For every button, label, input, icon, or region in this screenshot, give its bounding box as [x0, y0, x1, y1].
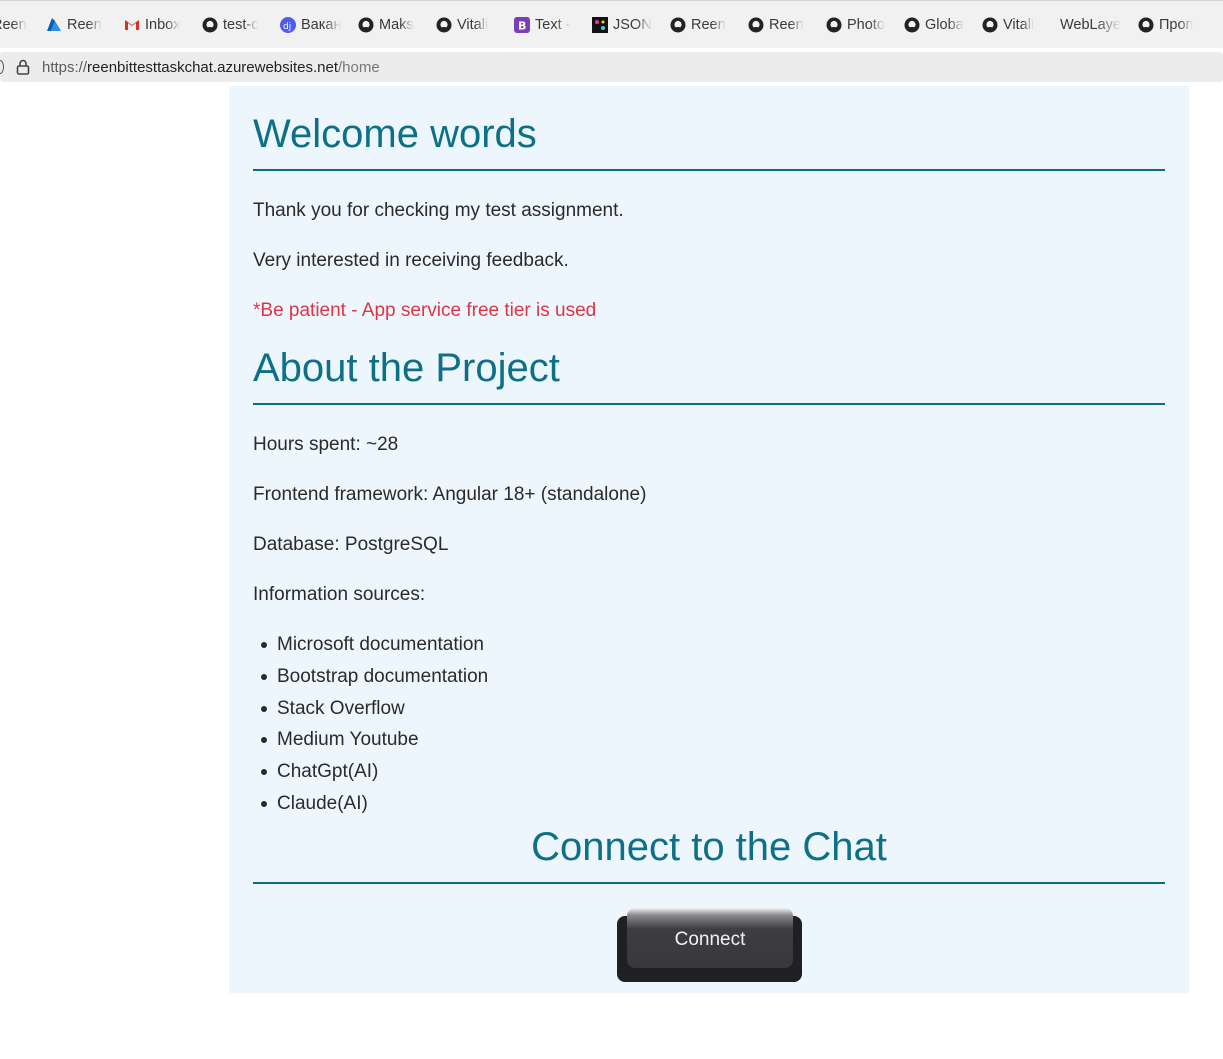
bookmark-item[interactable]: Reen [46, 11, 116, 39]
url-path: /home [338, 59, 380, 76]
bookmark-item[interactable]: dj Вакан [280, 11, 352, 39]
github-icon [904, 17, 920, 33]
svg-text:dj: dj [283, 22, 291, 32]
list-item: ChatGpt(AI) [253, 760, 488, 792]
github-icon [748, 17, 764, 33]
hours-text: Hours spent: ~28 [253, 434, 399, 455]
github-icon [982, 17, 998, 33]
site-info-icon[interactable] [0, 60, 4, 74]
bookmarks-bar: Reen Reen Inbox test-c dj Вакан Maks Vit… [0, 0, 1223, 48]
bookmark-label: Reen [67, 16, 102, 33]
framework-text: Frontend framework: Angular 18+ (standal… [253, 484, 647, 505]
bookmark-item[interactable]: Vitali [982, 11, 1052, 39]
bookmark-label: JSON [613, 16, 652, 33]
about-divider [253, 403, 1165, 405]
chat-divider [253, 882, 1165, 884]
bookmark-label: Inbox [145, 16, 181, 33]
bookmark-item[interactable]: Проп [1138, 11, 1208, 39]
bookmark-label: Reen [0, 16, 27, 33]
welcome-text-1: Thank you for checking my test assignmen… [253, 200, 624, 221]
bookmark-item[interactable]: Maks [358, 11, 428, 39]
welcome-heading: Welcome words [253, 112, 537, 156]
connect-button-label: Connect [627, 908, 793, 968]
bookmark-item[interactable]: Photo [826, 11, 896, 39]
bookmark-item[interactable]: WebLaye [1060, 11, 1124, 39]
database-text: Database: PostgreSQL [253, 534, 449, 555]
bookmark-item[interactable]: B Text - [514, 11, 584, 39]
about-heading: About the Project [253, 346, 560, 390]
list-item: Bootstrap documentation [253, 665, 488, 697]
bookmark-item[interactable]: Vitali [436, 11, 506, 39]
bookmark-label: Vitali [457, 16, 489, 33]
bookmark-item[interactable]: test-c [202, 11, 272, 39]
welcome-text-2: Very interested in receiving feedback. [253, 250, 569, 271]
bookmark-label: Photo [847, 16, 885, 33]
github-icon [202, 17, 218, 33]
bookmark-label: Reen [769, 16, 804, 33]
bookmark-item[interactable]: Globa [904, 11, 974, 39]
bookmark-label: Globa [925, 16, 964, 33]
main-panel: Welcome words Thank you for checking my … [229, 86, 1189, 993]
list-item: Medium Youtube [253, 728, 488, 760]
chat-heading: Connect to the Chat [531, 825, 887, 869]
github-icon [670, 17, 686, 33]
bookmark-label: Проп [1159, 16, 1194, 33]
bookmark-label: Text - [535, 16, 571, 33]
sources-list: Microsoft documentation Bootstrap docume… [253, 633, 488, 824]
lock-icon[interactable] [16, 59, 30, 75]
list-item: Microsoft documentation [253, 633, 488, 665]
bookmark-item[interactable]: JSON [592, 11, 662, 39]
svg-text:B: B [518, 19, 526, 32]
json-icon [592, 16, 608, 33]
djinni-icon: dj [280, 16, 296, 33]
bookmark-item[interactable]: Reen [670, 11, 740, 39]
welcome-divider [253, 169, 1165, 171]
bookmark-label: WebLaye [1060, 16, 1121, 33]
url-text[interactable]: https://reenbittesttaskchat.azurewebsite… [42, 59, 380, 76]
bookmark-label: Вакан [301, 16, 342, 33]
address-bar[interactable]: https://reenbittesttaskchat.azurewebsite… [0, 52, 1223, 82]
bookmark-label: Vitali [1003, 16, 1035, 33]
github-icon [1138, 17, 1154, 33]
list-item: Claude(AI) [253, 792, 488, 824]
connect-button[interactable]: Connect [617, 908, 802, 982]
url-host: reenbittesttaskchat.azurewebsites.net [87, 59, 339, 76]
bookmark-label: Reen [691, 16, 726, 33]
bookmark-label: Maks [379, 16, 414, 33]
warning-text: *Be patient - App service free tier is u… [253, 300, 597, 321]
github-icon [358, 17, 374, 33]
bookmark-item[interactable]: Reen [748, 11, 818, 39]
bookmark-item[interactable]: Inbox [124, 11, 196, 39]
github-icon [436, 17, 452, 33]
list-item: Stack Overflow [253, 697, 488, 729]
sources-label: Information sources: [253, 584, 426, 605]
gmail-icon [124, 17, 140, 33]
bookmark-item[interactable]: Reen [0, 11, 34, 39]
bootstrap-icon: B [514, 16, 530, 33]
azure-icon [46, 17, 62, 33]
bookmark-label: test-c [223, 16, 259, 33]
url-scheme: https:// [42, 59, 88, 76]
github-icon [826, 17, 842, 33]
